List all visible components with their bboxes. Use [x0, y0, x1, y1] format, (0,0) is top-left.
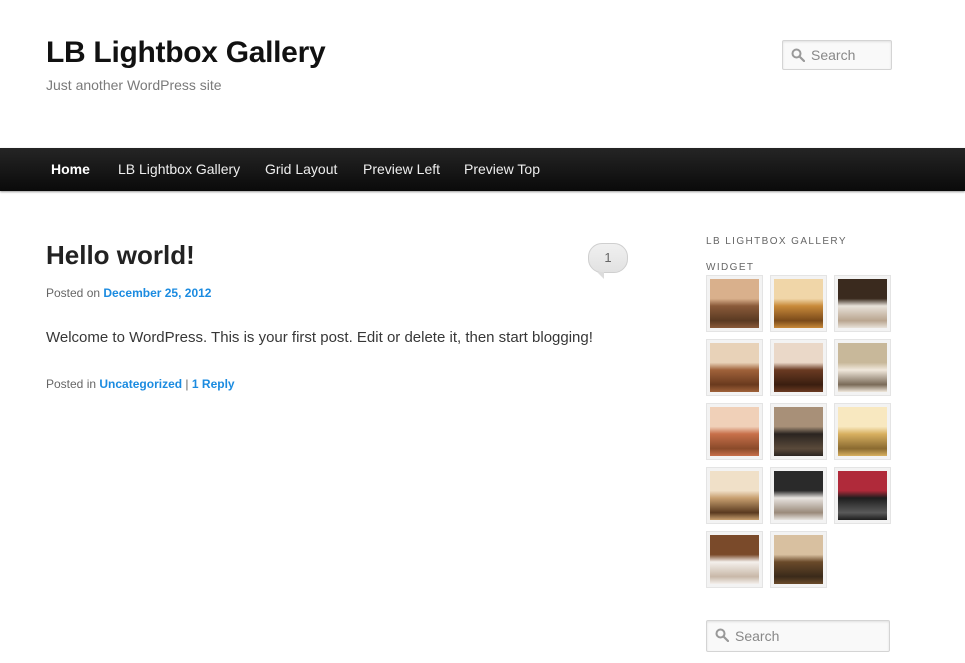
gallery-thumbnail-bedroom-orange[interactable]	[770, 275, 827, 332]
gallery-image	[838, 279, 887, 328]
widget-title: LB LIGHTBOX GALLERY WIDGET	[706, 236, 847, 273]
posted-in-label: Posted in	[46, 377, 97, 391]
gallery-thumbnail-bedroom-night[interactable]	[770, 403, 827, 460]
category-link[interactable]: Uncategorized	[99, 377, 182, 391]
main-navigation: Home LB Lightbox Gallery Grid Layout Pre…	[0, 148, 965, 191]
gallery-image	[710, 535, 759, 584]
post-content: Welcome to WordPress. This is your first…	[46, 329, 593, 346]
gallery-image	[710, 279, 759, 328]
gallery-image	[774, 471, 823, 520]
comment-bubble-tail	[597, 272, 604, 279]
search-icon	[715, 628, 729, 642]
gallery-thumbnail-bed-white-frame[interactable]	[706, 531, 763, 588]
comment-count-bubble[interactable]: 1	[588, 243, 628, 279]
meta-separator: |	[185, 377, 189, 391]
nav-item-preview-left[interactable]: Preview Left	[363, 161, 440, 177]
nav-item-preview-top[interactable]: Preview Top	[464, 161, 540, 177]
nav-item-lb-lightbox-gallery[interactable]: LB Lightbox Gallery	[118, 161, 240, 177]
site-title[interactable]: LB Lightbox Gallery	[46, 36, 326, 70]
post-footer-meta: Posted in Uncategorized | 1 Reply	[46, 377, 235, 391]
gallery-thumbnail-bedroom-gold[interactable]	[834, 403, 891, 460]
comment-count: 1	[604, 250, 612, 265]
gallery-thumbnail-lounge-red-sofa[interactable]	[834, 467, 891, 524]
gallery-thumbnail-bedroom-dark-bed[interactable]	[834, 275, 891, 332]
gallery-image	[774, 535, 823, 584]
gallery-image	[710, 471, 759, 520]
gallery-thumbnail-bedroom-modern-black[interactable]	[770, 467, 827, 524]
gallery-thumbnail-sectional-sofa[interactable]	[834, 339, 891, 396]
gallery-image	[710, 407, 759, 456]
gallery-image	[774, 279, 823, 328]
search-icon	[791, 48, 805, 62]
gallery-thumbnail-bedroom-wood[interactable]	[706, 339, 763, 396]
site-description: Just another WordPress site	[46, 77, 222, 93]
sidebar-search-box[interactable]	[706, 620, 890, 652]
reply-link[interactable]: 1 Reply	[192, 377, 235, 391]
gallery-image	[710, 343, 759, 392]
gallery-image	[774, 407, 823, 456]
gallery-image	[838, 471, 887, 520]
gallery-image	[838, 343, 887, 392]
gallery-thumbnail-living-room-sofa[interactable]	[706, 275, 763, 332]
header-search-box[interactable]	[782, 40, 892, 70]
nav-item-home[interactable]: Home	[51, 161, 90, 177]
gallery-thumbnail-wall-unit-cabinet[interactable]	[770, 339, 827, 396]
gallery-image	[774, 343, 823, 392]
nav-item-grid-layout[interactable]: Grid Layout	[265, 161, 337, 177]
sidebar-search-input[interactable]	[735, 621, 872, 651]
post-date-meta: Posted on December 25, 2012	[46, 286, 211, 300]
posted-on-label: Posted on	[46, 286, 101, 300]
header-search-input[interactable]	[811, 41, 892, 69]
gallery-image	[838, 407, 887, 456]
gallery-thumbnail-bedroom-terracotta[interactable]	[706, 403, 763, 460]
gallery-thumbnail-living-room-armchairs[interactable]	[770, 531, 827, 588]
gallery-thumbnail-bedroom-cream[interactable]	[706, 467, 763, 524]
post-title[interactable]: Hello world!	[46, 240, 195, 271]
page: LB Lightbox Gallery Just another WordPre…	[0, 0, 965, 663]
post-date-link[interactable]: December 25, 2012	[103, 286, 211, 300]
